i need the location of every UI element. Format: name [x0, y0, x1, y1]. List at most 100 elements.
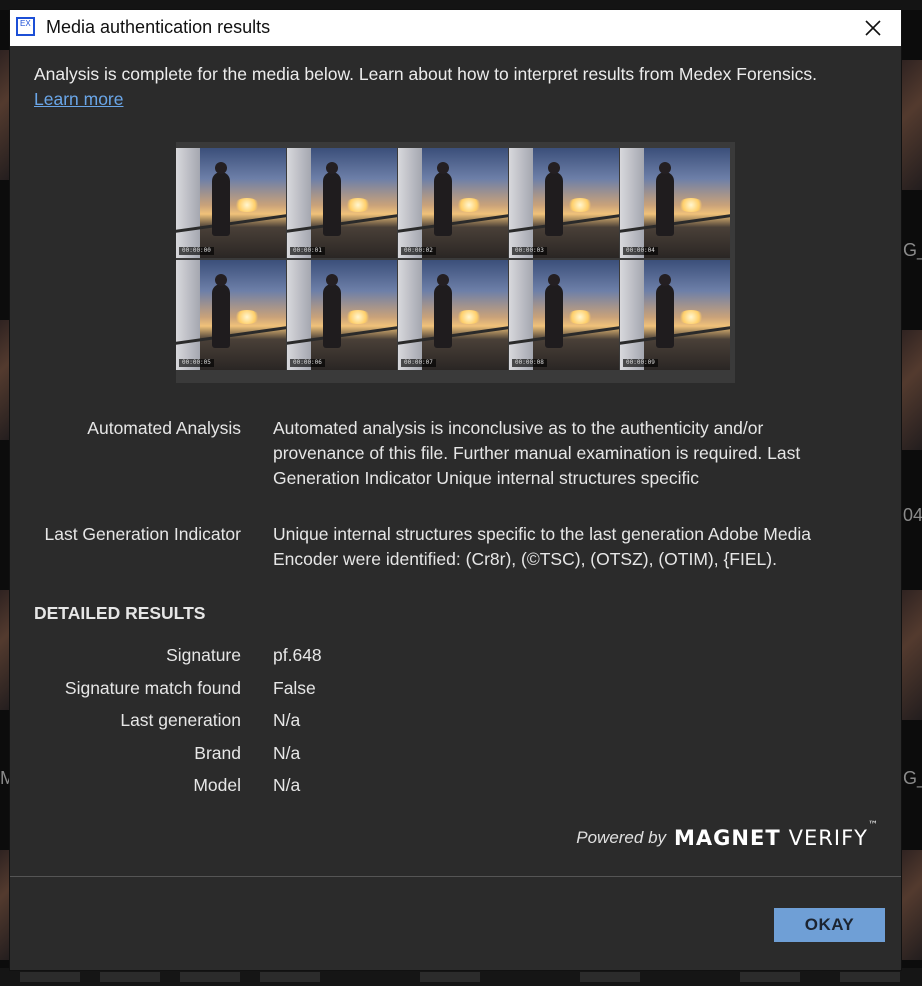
frame-person: [323, 162, 341, 236]
frame-person: [434, 274, 452, 348]
brand-label: Brand: [194, 743, 241, 763]
automated-analysis-line: Generation Indicator Unique internal str…: [273, 468, 700, 488]
frame-sun: [456, 310, 482, 324]
frame-wall: [287, 148, 311, 258]
background-thumbnail: [901, 590, 922, 720]
frame-timestamp: 00:00:09: [623, 359, 658, 367]
signature-match-value: False: [273, 678, 316, 698]
video-frame-thumbnail: 00:00:03: [509, 148, 619, 258]
frame-timestamp: 00:00:03: [512, 247, 547, 255]
frame-person: [545, 162, 563, 236]
frame-wall: [398, 148, 422, 258]
background-thumbnail: [901, 850, 922, 960]
background-thumbnail: [0, 590, 10, 710]
close-icon: [865, 20, 881, 36]
detailed-results-heading: DETAILED RESULTS: [34, 603, 206, 623]
frame-timestamp: 00:00:05: [179, 359, 214, 367]
intro-text: Analysis is complete for the media below…: [34, 64, 818, 84]
frame-wall: [620, 260, 644, 370]
automated-analysis-line: provenance of this file. Further manual …: [273, 443, 801, 463]
background-filmstrip: [0, 968, 922, 986]
frame-person: [323, 274, 341, 348]
frame-wall: [398, 260, 422, 370]
frame-person: [212, 162, 230, 236]
video-frame-thumbnail: 00:00:02: [398, 148, 508, 258]
frame-wall: [620, 148, 644, 258]
background-filename: G_0: [903, 240, 922, 260]
powered-by-text: Powered by: [576, 828, 667, 847]
automated-analysis-value: Automated analysis is inconclusive as to…: [273, 416, 873, 491]
model-label: Model: [193, 775, 241, 795]
frame-sun: [345, 198, 371, 212]
video-frame-thumbnail: 00:00:01: [287, 148, 397, 258]
trademark-symbol: ™: [868, 820, 879, 831]
frame-timestamp: 00:00:00: [179, 247, 214, 255]
frame-person: [434, 162, 452, 236]
last-generation-value: N/a: [273, 710, 301, 730]
background-thumbnail: [901, 330, 922, 450]
signature-label: Signature: [166, 645, 241, 665]
frame-person: [656, 274, 674, 348]
okay-button[interactable]: OKAY: [774, 908, 885, 942]
video-frame-thumbnail: 00:00:00: [176, 148, 286, 258]
last-generation-indicator-line: Unique internal structures specific to t…: [273, 524, 811, 544]
last-generation-indicator-line: Encoder were identified: (Cr8r), (©TSC),…: [273, 549, 777, 569]
brand-magnet: MAGNET: [674, 826, 781, 850]
background-filename: 04: [903, 505, 922, 525]
brand-verify-text: VERIFY: [788, 826, 868, 850]
last-generation-label: Last generation: [120, 710, 241, 730]
frame-sun: [456, 198, 482, 212]
frame-wall: [176, 148, 200, 258]
signature-match-label: Signature match found: [64, 678, 241, 698]
automated-analysis-label: Automated Analysis: [87, 418, 241, 438]
powered-by-logo: Powered by MAGNET VERIFY™: [576, 820, 879, 853]
video-frame-thumbnail: 00:00:05: [176, 260, 286, 370]
frame-sun: [234, 198, 260, 212]
background-filename: G_0: [903, 768, 922, 788]
media-thumbnail-grid: 00:00:00 00:00:01 00:00:02 00:00:03 00:00:04…: [176, 142, 735, 383]
video-frame-thumbnail: 00:00:08: [509, 260, 619, 370]
learn-more-link[interactable]: Learn more: [34, 87, 124, 112]
frame-timestamp: 00:00:01: [290, 247, 325, 255]
background-top-strip: [0, 0, 922, 10]
background-thumbnail: [901, 60, 922, 190]
background-thumbnail: [0, 850, 10, 960]
frame-sun: [678, 198, 704, 212]
dialog-titlebar: EX Media authentication results: [10, 10, 901, 46]
video-frame-thumbnail: 00:00:06: [287, 260, 397, 370]
model-value: N/a: [273, 775, 301, 795]
footer-divider: [10, 876, 901, 877]
frame-sun: [567, 310, 593, 324]
frame-sun: [567, 198, 593, 212]
video-frame-thumbnail: 00:00:04: [620, 148, 730, 258]
automated-analysis-line: Automated analysis is inconclusive as to…: [273, 418, 764, 438]
frame-sun: [234, 310, 260, 324]
brand-value: N/a: [273, 743, 301, 763]
close-button[interactable]: [853, 12, 893, 44]
frame-timestamp: 00:00:04: [623, 247, 658, 255]
video-frame-thumbnail: 00:00:09: [620, 260, 730, 370]
app-icon: EX: [16, 17, 35, 36]
frame-sun: [678, 310, 704, 324]
frame-person: [212, 274, 230, 348]
media-authentication-dialog: EX Media authentication results Analysis…: [10, 10, 901, 970]
video-frame-thumbnail: 00:00:07: [398, 260, 508, 370]
frame-timestamp: 00:00:07: [401, 359, 436, 367]
frame-person: [545, 274, 563, 348]
brand-verify: VERIFY™: [788, 820, 879, 850]
last-generation-indicator-label: Last Generation Indicator: [44, 524, 241, 544]
frame-wall: [176, 260, 200, 370]
background-thumbnail: [0, 50, 10, 180]
frame-wall: [509, 260, 533, 370]
frame-wall: [509, 148, 533, 258]
background-thumbnail: [0, 320, 10, 440]
signature-value: pf.648: [273, 645, 322, 665]
frame-timestamp: 00:00:08: [512, 359, 547, 367]
last-generation-indicator-value: Unique internal structures specific to t…: [273, 522, 873, 572]
dialog-title: Media authentication results: [46, 17, 271, 37]
frame-person: [656, 162, 674, 236]
frame-wall: [287, 260, 311, 370]
frame-timestamp: 00:00:06: [290, 359, 325, 367]
frame-sun: [345, 310, 371, 324]
frame-timestamp: 00:00:02: [401, 247, 436, 255]
